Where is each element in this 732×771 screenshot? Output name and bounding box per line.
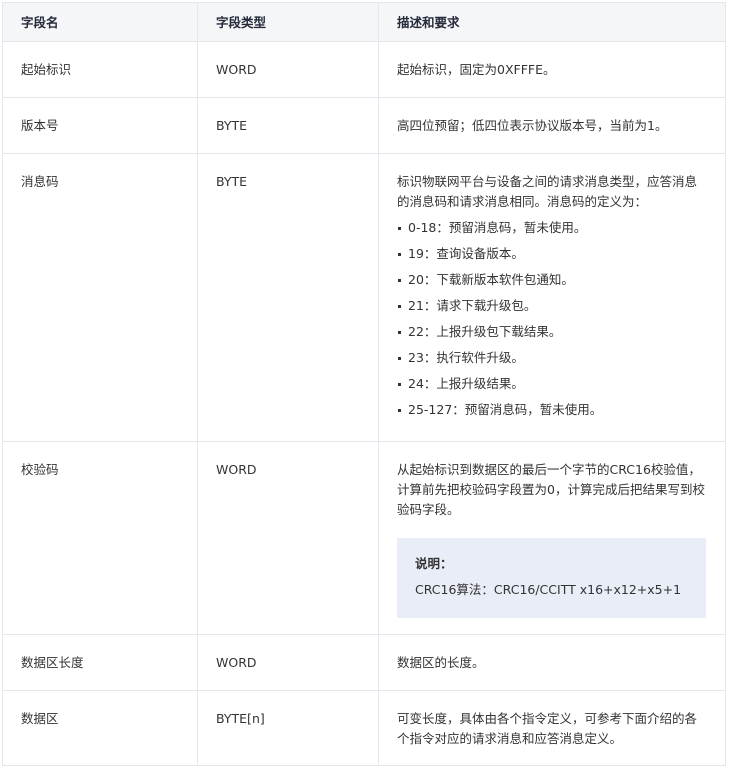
field-type-cell: WORD: [197, 441, 379, 635]
list-item: 25-127：预留消息码，暂未使用。: [397, 400, 709, 420]
list-item-text: 25-127：预留消息码，暂未使用。: [408, 402, 603, 417]
bullet-icon: [398, 331, 401, 334]
field-type-cell: BYTE: [197, 97, 379, 154]
description-text: 高四位预留；低四位表示协议版本号，当前为1。: [397, 118, 668, 133]
field-name-cell: 数据区: [2, 690, 198, 766]
table-row: 起始标识 WORD 起始标识，固定为0XFFFE。: [2, 41, 726, 98]
list-item-text: 21：请求下载升级包。: [408, 298, 537, 313]
bullet-icon: [398, 305, 401, 308]
bullet-icon: [398, 253, 401, 256]
field-description-cell: 数据区的长度。: [378, 634, 726, 691]
list-item-text: 22：上报升级包下载结果。: [408, 324, 562, 339]
description-text: 标识物联网平台与设备之间的请求消息类型，应答消息的消息码和请求消息相同。消息码的…: [397, 174, 698, 209]
table-row: 校验码 WORD 从起始标识到数据区的最后一个字节的CRC16校验值，计算前先把…: [2, 441, 726, 635]
table-row: 版本号 BYTE 高四位预留；低四位表示协议版本号，当前为1。: [2, 97, 726, 154]
field-description-cell: 可变长度，具体由各个指令定义，可参考下面介绍的各个指令对应的请求消息和应答消息定…: [378, 690, 726, 766]
list-item: 22：上报升级包下载结果。: [397, 322, 709, 342]
list-item-text: 24：上报升级结果。: [408, 376, 524, 391]
list-item: 0-18：预留消息码，暂未使用。: [397, 218, 709, 238]
field-description-cell: 高四位预留；低四位表示协议版本号，当前为1。: [378, 97, 726, 154]
field-type-cell: BYTE[n]: [197, 690, 379, 766]
bullet-icon: [398, 409, 401, 412]
list-item: 23：执行软件升级。: [397, 348, 709, 368]
table-row: 消息码 BYTE 标识物联网平台与设备之间的请求消息类型，应答消息的消息码和请求…: [2, 153, 726, 442]
field-name-cell: 版本号: [2, 97, 198, 154]
description-text: 数据区的长度。: [397, 655, 485, 670]
list-item: 20：下载新版本软件包通知。: [397, 270, 709, 290]
description-text: 从起始标识到数据区的最后一个字节的CRC16校验值，计算前先把校验码字段置为0，…: [397, 462, 705, 517]
field-name-cell: 起始标识: [2, 41, 198, 98]
list-item-text: 0-18：预留消息码，暂未使用。: [408, 220, 587, 235]
field-type-cell: WORD: [197, 41, 379, 98]
field-type-cell: BYTE: [197, 153, 379, 442]
note-title: 说明：: [415, 556, 453, 571]
note-box: 说明： CRC16算法：CRC16/CCITT x16+x12+x5+1: [397, 538, 706, 618]
table-row: 数据区长度 WORD 数据区的长度。: [2, 634, 726, 691]
list-item-text: 20：下载新版本软件包通知。: [408, 272, 574, 287]
field-name-cell: 消息码: [2, 153, 198, 442]
list-item: 21：请求下载升级包。: [397, 296, 709, 316]
field-description-cell: 起始标识，固定为0XFFFE。: [378, 41, 726, 98]
list-item-text: 19：查询设备版本。: [408, 246, 524, 261]
bullet-icon: [398, 279, 401, 282]
bullet-icon: [398, 357, 401, 360]
table-row: 数据区 BYTE[n] 可变长度，具体由各个指令定义，可参考下面介绍的各个指令对…: [2, 690, 726, 766]
message-code-list: 0-18：预留消息码，暂未使用。 19：查询设备版本。 20：下载新版本软件包通…: [397, 218, 709, 420]
header-description: 描述和要求: [378, 2, 726, 42]
field-definition-table: 字段名 字段类型 描述和要求 起始标识 WORD 起始标识，固定为0XFFFE。…: [2, 2, 726, 766]
field-name-cell: 校验码: [2, 441, 198, 635]
list-item: 19：查询设备版本。: [397, 244, 709, 264]
header-field-type: 字段类型: [197, 2, 379, 42]
description-text: 可变长度，具体由各个指令定义，可参考下面介绍的各个指令对应的请求消息和应答消息定…: [397, 711, 698, 746]
note-text: CRC16算法：CRC16/CCITT x16+x12+x5+1: [415, 582, 682, 597]
list-item: 24：上报升级结果。: [397, 374, 709, 394]
description-text: 起始标识，固定为0XFFFE。: [397, 62, 556, 77]
bullet-icon: [398, 227, 401, 230]
field-type-cell: WORD: [197, 634, 379, 691]
field-description-cell: 从起始标识到数据区的最后一个字节的CRC16校验值，计算前先把校验码字段置为0，…: [378, 441, 726, 635]
bullet-icon: [398, 383, 401, 386]
list-item-text: 23：执行软件升级。: [408, 350, 524, 365]
table-header-row: 字段名 字段类型 描述和要求: [2, 2, 726, 42]
field-name-cell: 数据区长度: [2, 634, 198, 691]
header-field-name: 字段名: [2, 2, 198, 42]
field-description-cell: 标识物联网平台与设备之间的请求消息类型，应答消息的消息码和请求消息相同。消息码的…: [378, 153, 726, 442]
